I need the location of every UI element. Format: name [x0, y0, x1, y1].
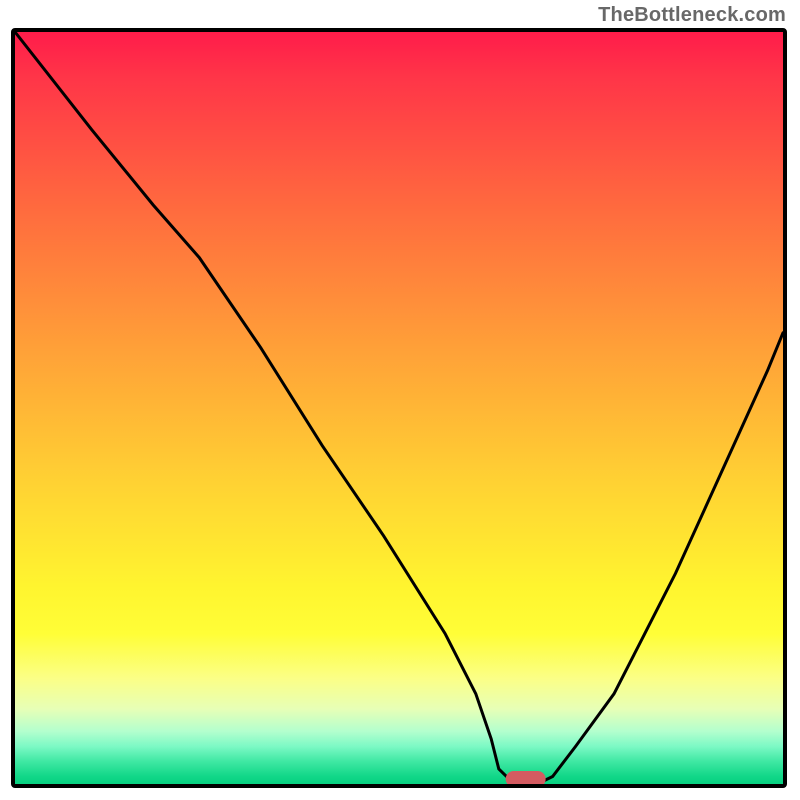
- watermark-text: TheBottleneck.com: [598, 4, 786, 27]
- optimal-point-marker: [505, 771, 546, 787]
- chart-frame: [11, 28, 787, 788]
- bottleneck-curve: [15, 32, 783, 784]
